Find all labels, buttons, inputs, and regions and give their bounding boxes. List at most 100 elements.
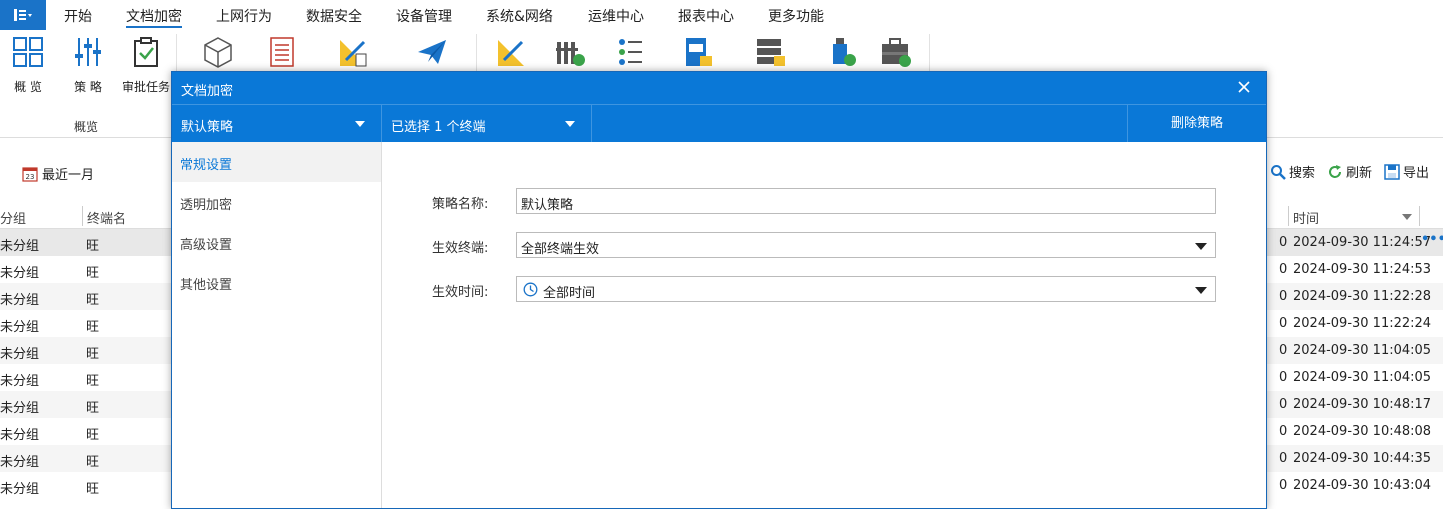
- row-group: 未分组: [0, 482, 40, 497]
- tab-report-center[interactable]: 报表中心: [678, 6, 734, 28]
- row-count: 0: [1279, 370, 1288, 385]
- effective-time-row: 生效时间: 全部时间: [383, 276, 1266, 302]
- policy-name-label: 策略名称:: [432, 197, 489, 212]
- row-terminal: 旺: [86, 374, 100, 389]
- row-time: 2024-09-30 11:04:05: [1293, 370, 1432, 385]
- pencil-ruler-icon: [340, 40, 367, 67]
- row-count: 0: [1279, 262, 1288, 277]
- export-button[interactable]: 导出: [1384, 162, 1429, 181]
- row-terminal: 旺: [86, 266, 100, 281]
- tab-data-security[interactable]: 数据安全: [306, 6, 362, 28]
- column-group[interactable]: 分组: [0, 208, 26, 227]
- sidebar-item-other[interactable]: 其他设置: [172, 262, 381, 302]
- column-divider: [1288, 206, 1289, 226]
- export-icon: [1384, 163, 1400, 180]
- sidebar-item-label: 高级设置: [180, 238, 233, 253]
- pencil-ruler-icon: [498, 40, 524, 66]
- terminal-dropdown-value: 已选择 1 个终端: [391, 120, 486, 135]
- tab-system-network[interactable]: 系统&网络: [486, 6, 553, 28]
- dialog-titlebar: 文档加密: [172, 72, 1266, 104]
- row-terminal: 旺: [86, 401, 100, 416]
- date-range-button[interactable]: 23 最近一月: [22, 164, 94, 183]
- effective-terminal-row: 生效终端: 全部终端生效: [383, 232, 1266, 258]
- policy-dropdown-value: 默认策略: [181, 120, 234, 135]
- row-time: 2024-09-30 10:43:04: [1293, 478, 1432, 493]
- row-terminal: 旺: [86, 482, 100, 497]
- more-options-icon[interactable]: •••: [1421, 232, 1443, 247]
- tab-device-management[interactable]: 设备管理: [396, 6, 452, 28]
- sidebar-item-general[interactable]: 常规设置: [172, 142, 381, 182]
- row-count: 0: [1279, 289, 1288, 304]
- fence-shield-icon: [556, 42, 585, 66]
- row-count: 0: [1279, 316, 1288, 331]
- policy-dropdown[interactable]: 默认策略: [172, 105, 382, 142]
- row-count: 0: [1279, 397, 1288, 412]
- clock-icon: [523, 282, 538, 297]
- clipboard-check-icon: [134, 37, 158, 67]
- column-terminal[interactable]: 终端名: [87, 208, 126, 227]
- row-time: 2024-09-30 10:48:17: [1293, 397, 1432, 412]
- tab-web-behavior[interactable]: 上网行为: [216, 6, 272, 28]
- refresh-button-label: 刷新: [1345, 166, 1372, 181]
- row-group: 未分组: [0, 428, 40, 443]
- row-time: 2024-09-30 11:24:57: [1293, 235, 1432, 250]
- row-time: 2024-09-30 11:24:53: [1293, 262, 1432, 277]
- effective-time-select[interactable]: 全部时间: [516, 276, 1216, 302]
- policy-name-value: 默认策略: [521, 198, 574, 213]
- overview-button[interactable]: 概 览: [2, 36, 54, 94]
- ssd-lock-icon: [686, 38, 712, 66]
- column-time[interactable]: 时间: [1293, 208, 1319, 227]
- chevron-down-icon: [565, 121, 575, 127]
- policy-dialog: 文档加密 默认策略 已选择 1 个终端 删除策略 常规设置 透明加密 高级设置 …: [171, 71, 1267, 509]
- tab-more-features[interactable]: 更多功能: [768, 6, 824, 28]
- row-count: 0: [1279, 451, 1288, 466]
- row-group: 未分组: [0, 347, 40, 362]
- row-group: 未分组: [0, 266, 40, 281]
- ribbon-tabbar: 开始 文档加密 上网行为 数据安全 设备管理 系统&网络 运维中心 报表中心 更…: [0, 0, 1443, 32]
- column-divider: [1419, 206, 1420, 226]
- policy-name-row: 策略名称: 默认策略: [383, 188, 1266, 214]
- row-time: 2024-09-30 11:22:28: [1293, 289, 1432, 304]
- sort-caret-icon[interactable]: [1402, 214, 1412, 220]
- sidebar-item-label: 透明加密: [180, 198, 233, 213]
- effective-terminal-select[interactable]: 全部终端生效: [516, 232, 1216, 258]
- tab-ops-center[interactable]: 运维中心: [588, 6, 644, 28]
- general-settings-panel: 策略名称: 默认策略 生效终端: 全部终端生效 生效时间: 全部时间: [383, 142, 1266, 508]
- delete-policy-button[interactable]: 删除策略: [1127, 105, 1266, 142]
- row-group: 未分组: [0, 239, 40, 254]
- approval-task-button[interactable]: 审批任务: [120, 36, 172, 94]
- terminal-dropdown[interactable]: 已选择 1 个终端: [382, 105, 592, 142]
- sidebar-item-advanced[interactable]: 高级设置: [172, 222, 381, 262]
- policy-button[interactable]: 策 略: [62, 36, 114, 94]
- dialog-toolbar: 默认策略 已选择 1 个终端 删除策略: [172, 104, 1266, 142]
- user-list-icon: [619, 39, 642, 65]
- close-icon[interactable]: [1236, 79, 1252, 95]
- row-time: 2024-09-30 10:44:35: [1293, 451, 1432, 466]
- row-terminal: 旺: [86, 455, 100, 470]
- sidebar-item-label: 其他设置: [180, 278, 233, 293]
- svg-text:23: 23: [26, 173, 35, 181]
- row-count: 0: [1279, 478, 1288, 493]
- grid-icon: [13, 37, 43, 67]
- row-terminal: 旺: [86, 293, 100, 308]
- tab-doc-encryption[interactable]: 文档加密: [126, 6, 182, 28]
- server-lock-icon: [757, 39, 785, 66]
- row-time: 2024-09-30 11:04:05: [1293, 343, 1432, 358]
- effective-terminal-value: 全部终端生效: [521, 242, 600, 257]
- ribbon-group-label: 概览: [74, 120, 99, 134]
- policy-name-input[interactable]: 默认策略: [516, 188, 1216, 214]
- refresh-icon: [1328, 164, 1341, 178]
- sidebar-item-transparent-encryption[interactable]: 透明加密: [172, 182, 381, 222]
- row-count: 0: [1279, 424, 1288, 439]
- search-button[interactable]: 搜索: [1270, 162, 1315, 181]
- row-time: 2024-09-30 11:22:24: [1293, 316, 1432, 331]
- dialog-title: 文档加密: [181, 84, 234, 99]
- sliders-icon: [75, 38, 101, 66]
- tab-start[interactable]: 开始: [64, 6, 92, 28]
- refresh-button[interactable]: 刷新: [1327, 162, 1372, 181]
- row-terminal: 旺: [86, 347, 100, 362]
- dialog-sidebar: 常规设置 透明加密 高级设置 其他设置: [172, 142, 382, 508]
- sidebar-item-label: 常规设置: [180, 158, 233, 173]
- column-divider: [82, 206, 83, 226]
- app-menu-button[interactable]: [0, 0, 46, 30]
